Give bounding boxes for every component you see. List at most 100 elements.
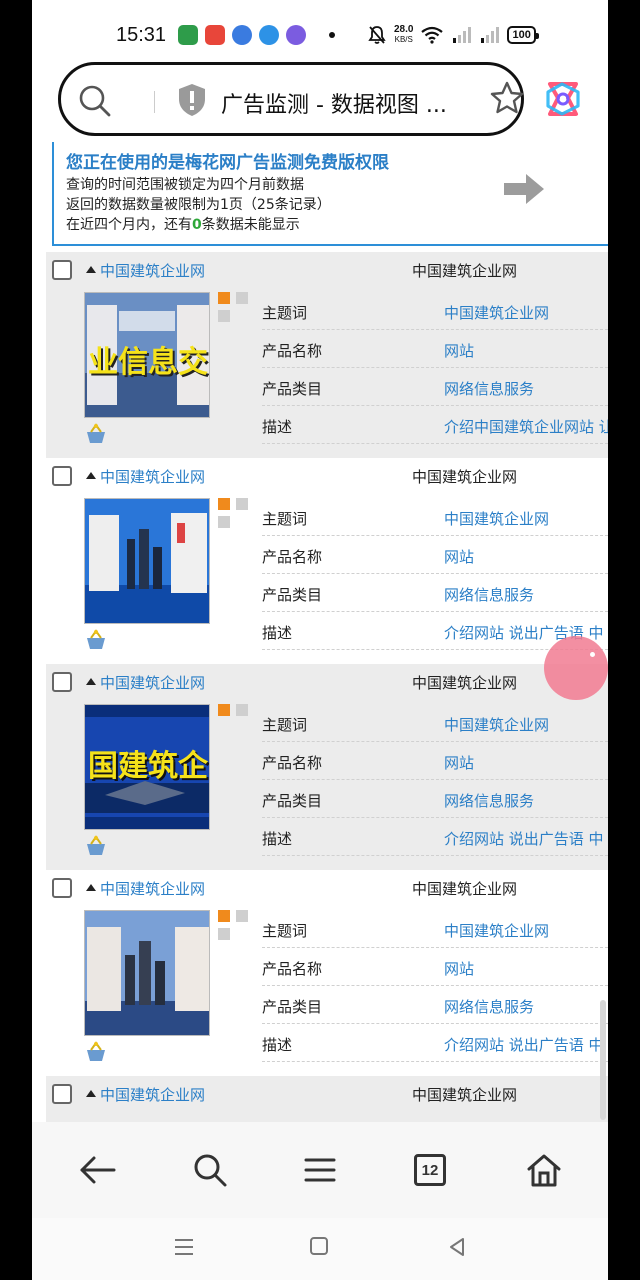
search-icon: [194, 1154, 227, 1187]
recent-apps-icon[interactable]: [172, 1236, 196, 1258]
field-value-link[interactable]: 网站: [444, 958, 474, 979]
ad-record: 中国建筑企业网 中国建筑企业网 国建筑企 主题词 中国建筑企业网 产品名称 网站…: [46, 664, 608, 870]
floating-assistive-ball[interactable]: [544, 636, 608, 700]
back-triangle-icon[interactable]: [446, 1236, 468, 1258]
record-checkbox[interactable]: [52, 878, 72, 898]
tabs-button[interactable]: 12: [404, 1144, 456, 1196]
basket-icon[interactable]: [84, 628, 108, 652]
status-square-gray: [218, 310, 230, 322]
status-square-gray: [236, 704, 248, 716]
home-square-icon[interactable]: [310, 1237, 328, 1255]
signal-icon: [481, 27, 500, 43]
address-bar[interactable]: 广告监测 - 数据视图 ...: [58, 62, 524, 136]
tab-count: 12: [421, 1161, 439, 1179]
field-product-category: 产品类目 网络信息服务: [262, 574, 608, 612]
advertiser-name: 中国建筑企业网: [412, 468, 518, 486]
field-value-link[interactable]: 介绍中国建筑企业网站 让: [444, 416, 608, 437]
notice-line: 返回的数据数量被限制为1页（25条记录）: [66, 197, 331, 213]
field-value-link[interactable]: 网络信息服务: [444, 378, 534, 399]
status-square-gray: [218, 928, 230, 940]
basket-icon[interactable]: [84, 834, 108, 858]
basket-icon[interactable]: [84, 422, 108, 446]
notification-app-icon: [178, 25, 198, 45]
mute-bell-icon: [368, 26, 386, 44]
thumbnail-caption: 业信息交: [88, 345, 208, 380]
field-value-link[interactable]: 介绍网站 说出广告语 中: [444, 1034, 604, 1055]
notification-app-icon: [286, 25, 306, 45]
notice-title: 您正在使用的是梅花网广告监测免费版权限: [66, 153, 389, 173]
advertiser-name: 中国建筑企业网: [412, 880, 518, 898]
field-value-link[interactable]: 网络信息服务: [444, 790, 534, 811]
field-product-name: 产品名称 网站: [262, 536, 608, 574]
status-square-gray: [236, 498, 248, 510]
media-site-link[interactable]: 中国建筑企业网: [100, 260, 205, 281]
system-navigation-bar: [32, 1218, 608, 1280]
ad-record: 中国建筑企业网 中国建筑企业网 主题词 中国建筑企业网 产品名称 网站 产品类目…: [46, 458, 608, 664]
back-arrow-icon: [80, 1156, 116, 1184]
field-value-link[interactable]: 中国建筑企业网: [444, 920, 549, 941]
search-button[interactable]: [184, 1144, 236, 1196]
thumbnail-caption: 国建筑企: [88, 749, 208, 784]
menu-button[interactable]: [294, 1144, 346, 1196]
media-site-link[interactable]: 中国建筑企业网: [100, 1084, 205, 1105]
notification-app-icon: [205, 25, 225, 45]
field-product-name: 产品名称 网站: [262, 330, 608, 368]
multi-app-icon[interactable]: [542, 78, 584, 120]
right-arrow-icon[interactable]: [502, 172, 546, 206]
notice-line: 在近四个月内，还有0条数据未能显示: [66, 217, 300, 233]
status-square-gray: [236, 910, 248, 922]
collapse-toggle-icon[interactable]: [86, 472, 96, 479]
record-checkbox[interactable]: [52, 672, 72, 692]
collapse-toggle-icon[interactable]: [86, 884, 96, 891]
tabs-icon: 12: [414, 1154, 446, 1186]
record-checkbox[interactable]: [52, 1084, 72, 1104]
notification-more-dot: [329, 32, 335, 38]
browser-bottom-nav: 12: [32, 1122, 608, 1218]
status-time: 15:31: [116, 24, 167, 46]
field-value-link[interactable]: 中国建筑企业网: [444, 714, 549, 735]
ad-thumbnail[interactable]: 业信息交: [84, 292, 210, 418]
field-value-link[interactable]: 中国建筑企业网: [444, 508, 549, 529]
upgrade-notice: 您正在使用的是梅花网广告监测免费版权限 查询的时间范围被锁定为四个月前数据 返回…: [52, 142, 608, 246]
advertiser-name: 中国建筑企业网: [412, 674, 518, 692]
collapse-toggle-icon[interactable]: [86, 678, 96, 685]
status-square-orange: [218, 292, 230, 304]
ad-thumbnail[interactable]: [84, 498, 210, 624]
ad-thumbnail[interactable]: 国建筑企: [84, 704, 210, 830]
media-site-link[interactable]: 中国建筑企业网: [100, 878, 205, 899]
address-separator: [154, 91, 155, 113]
collapse-toggle-icon[interactable]: [86, 266, 96, 273]
status-square-gray: [218, 516, 230, 528]
field-value-link[interactable]: 中国建筑企业网: [444, 302, 549, 323]
scrollbar[interactable]: [600, 1000, 606, 1120]
search-icon[interactable]: [75, 81, 115, 121]
status-right: 28.0 KB/S 100: [368, 22, 540, 48]
record-checkbox[interactable]: [52, 260, 72, 280]
record-checkbox[interactable]: [52, 466, 72, 486]
back-button[interactable]: [72, 1144, 124, 1196]
field-value-link[interactable]: 网站: [444, 340, 474, 361]
ad-record: 中国建筑企业网 中国建筑企业网 业信息交 主题词 中国建筑企业网 产品名称 网站…: [46, 252, 608, 458]
page-title[interactable]: 广告监测 - 数据视图 ...: [221, 87, 447, 119]
shield-icon[interactable]: [177, 83, 207, 117]
basket-icon[interactable]: [84, 1040, 108, 1064]
field-product-category: 产品类目 网络信息服务: [262, 986, 608, 1024]
home-button[interactable]: [518, 1144, 570, 1196]
media-site-link[interactable]: 中国建筑企业网: [100, 466, 205, 487]
ad-record: 中国建筑企业网 中国建筑企业网: [46, 1076, 608, 1122]
field-description: 描述 介绍网站 说出广告语 中: [262, 818, 608, 856]
field-value-link[interactable]: 网络信息服务: [444, 584, 534, 605]
ad-record: 中国建筑企业网 中国建筑企业网 主题词 中国建筑企业网 产品名称 网站 产品类目…: [46, 870, 608, 1076]
field-value-link[interactable]: 网站: [444, 752, 474, 773]
field-value-link[interactable]: 介绍网站 说出广告语 中: [444, 828, 604, 849]
status-square-orange: [218, 910, 230, 922]
advertiser-name: 中国建筑企业网: [412, 1086, 518, 1104]
menu-icon: [304, 1158, 336, 1182]
ad-thumbnail[interactable]: [84, 910, 210, 1036]
star-icon[interactable]: [489, 80, 525, 116]
signal-icon: [453, 27, 472, 43]
collapse-toggle-icon[interactable]: [86, 1090, 96, 1097]
media-site-link[interactable]: 中国建筑企业网: [100, 672, 205, 693]
field-value-link[interactable]: 网站: [444, 546, 474, 567]
field-value-link[interactable]: 网络信息服务: [444, 996, 534, 1017]
